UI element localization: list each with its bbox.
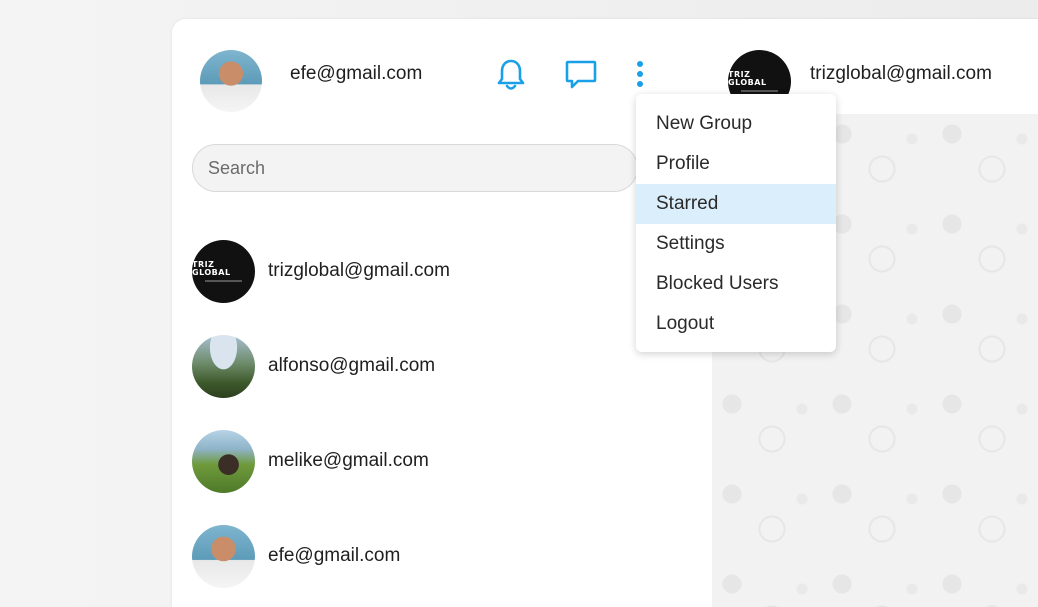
current-user-email: efe@gmail.com [290,63,423,84]
current-user-avatar[interactable] [200,50,262,112]
contact-avatar [192,335,255,398]
contact-email: alfonso@gmail.com [268,355,436,376]
triz-global-logo: TRIZ GLOBAL [728,70,767,87]
more-vertical-icon[interactable] [634,60,646,90]
options-menu: New Group Profile Starred Settings Block… [636,94,836,352]
contact-item[interactable]: TRIZ GLOBAL trizglobal@gmail.com [192,240,692,304]
contact-email: trizglobal@gmail.com [268,260,450,281]
menu-item-profile[interactable]: Profile [636,144,836,184]
logo-underline [204,280,243,282]
menu-item-blocked-users[interactable]: Blocked Users [636,264,836,304]
contact-email: melike@gmail.com [268,450,429,471]
chat-app-window: efe@gmail.com Search TRIZ GLOBAL trizglo… [172,19,1038,607]
menu-item-logout[interactable]: Logout [636,304,836,344]
menu-item-new-group[interactable]: New Group [636,104,836,144]
sidebar: efe@gmail.com Search TRIZ GLOBAL trizglo… [172,19,712,607]
contact-avatar [192,525,255,588]
contact-item[interactable]: alfonso@gmail.com [192,335,692,399]
menu-item-starred[interactable]: Starred [636,184,836,224]
message-square-icon[interactable] [564,59,598,91]
logo-underline [740,90,779,92]
contact-avatar [192,430,255,493]
contact-avatar: TRIZ GLOBAL [192,240,255,303]
search-input[interactable] [192,144,638,192]
bell-icon[interactable] [496,58,526,92]
active-chat-email: trizglobal@gmail.com [810,63,992,84]
contact-item[interactable]: melike@gmail.com [192,430,692,494]
contact-item[interactable]: efe@gmail.com [192,525,692,589]
page: efe@gmail.com Search TRIZ GLOBAL trizglo… [0,0,1038,607]
contact-email: efe@gmail.com [268,545,401,566]
triz-global-logo: TRIZ GLOBAL [192,260,231,277]
menu-item-settings[interactable]: Settings [636,224,836,264]
